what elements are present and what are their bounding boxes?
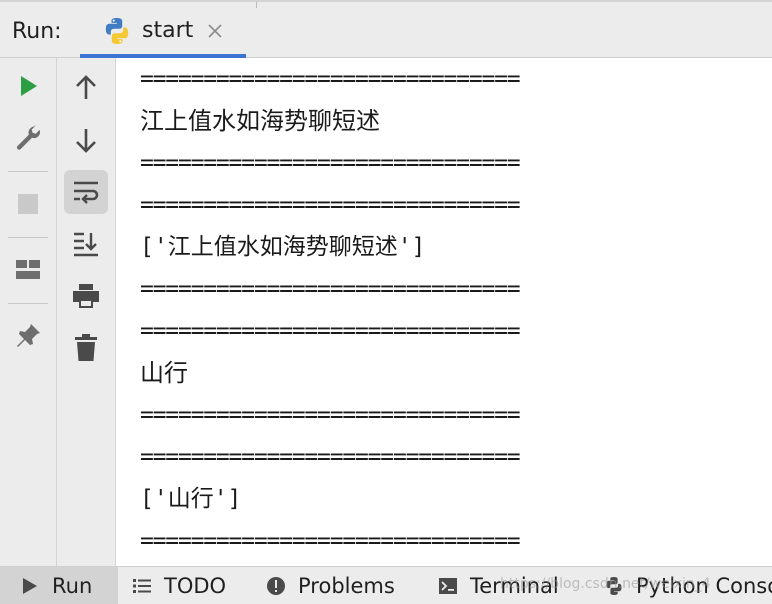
- print-button[interactable]: [64, 274, 108, 318]
- toolbar-separator: [8, 303, 48, 304]
- terminal-icon: [439, 578, 457, 594]
- console-line: ==============================: [140, 444, 521, 470]
- console-line: ['山行']: [140, 486, 242, 512]
- tool-window-label: Run: [52, 574, 93, 598]
- toolbar-separator: [8, 237, 48, 238]
- console-line: ==============================: [140, 318, 521, 344]
- python-icon: [105, 18, 129, 44]
- console-line: ==============================: [140, 402, 521, 428]
- console-toolbar: [57, 58, 116, 566]
- console-line: ==============================: [140, 192, 521, 218]
- arrow-down-icon: [76, 129, 96, 153]
- scroll-to-end-button[interactable]: [64, 222, 108, 266]
- console-line: ==============================: [140, 150, 521, 176]
- close-icon[interactable]: [206, 22, 224, 40]
- tool-window-label: TODO: [164, 574, 227, 598]
- run-button[interactable]: [6, 64, 50, 108]
- next-occurrence-button[interactable]: [64, 118, 108, 162]
- play-icon: [23, 578, 37, 594]
- run-header: Run: start: [0, 0, 772, 58]
- arrow-up-icon: [76, 75, 96, 99]
- wrench-icon: [16, 125, 40, 150]
- list-icon: [133, 579, 151, 593]
- tab-start[interactable]: start: [80, 2, 246, 58]
- console-line: 江上值水如海势聊短述: [140, 107, 380, 135]
- print-icon: [73, 284, 99, 308]
- header-divider: [256, 2, 257, 8]
- scroll-to-end-icon: [74, 232, 98, 257]
- run-label: Run:: [12, 19, 62, 44]
- tab-label: start: [142, 18, 194, 43]
- clear-all-button[interactable]: [64, 326, 108, 370]
- tool-window-label: Problems: [298, 574, 395, 598]
- layout-icon: [16, 260, 40, 279]
- watermark: https://blog.csdn.net/weixin_4: [500, 576, 711, 592]
- stop-button[interactable]: [6, 182, 50, 226]
- run-icon: [21, 76, 37, 96]
- console-line: ==============================: [140, 528, 521, 554]
- console-line: 山行: [140, 359, 188, 387]
- soft-wrap-button[interactable]: [64, 170, 108, 214]
- tool-window-todo[interactable]: TODO: [132, 567, 226, 604]
- tool-window-run[interactable]: Run: [0, 567, 118, 604]
- run-toolbar-actions: [0, 58, 57, 566]
- pin-icon: [17, 324, 40, 347]
- trash-icon: [75, 334, 97, 361]
- edit-configuration-button[interactable]: [6, 116, 50, 160]
- stop-icon: [18, 194, 38, 214]
- console-line: ['江上值水如海势聊短述']: [140, 234, 426, 260]
- run-tool-window: Run: start =============================…: [0, 0, 772, 604]
- toolbar-separator: [8, 171, 48, 172]
- console-output[interactable]: ============================== 江上值水如海势聊短…: [116, 58, 772, 566]
- console-line: ==============================: [140, 276, 521, 302]
- tool-window-problems[interactable]: Problems: [266, 567, 395, 604]
- pin-tab-button[interactable]: [6, 314, 50, 358]
- warning-icon: [267, 577, 285, 595]
- console-line: ==============================: [140, 66, 521, 92]
- layout-button[interactable]: [6, 248, 50, 292]
- previous-occurrence-button[interactable]: [64, 66, 108, 110]
- soft-wrap-icon: [74, 181, 99, 204]
